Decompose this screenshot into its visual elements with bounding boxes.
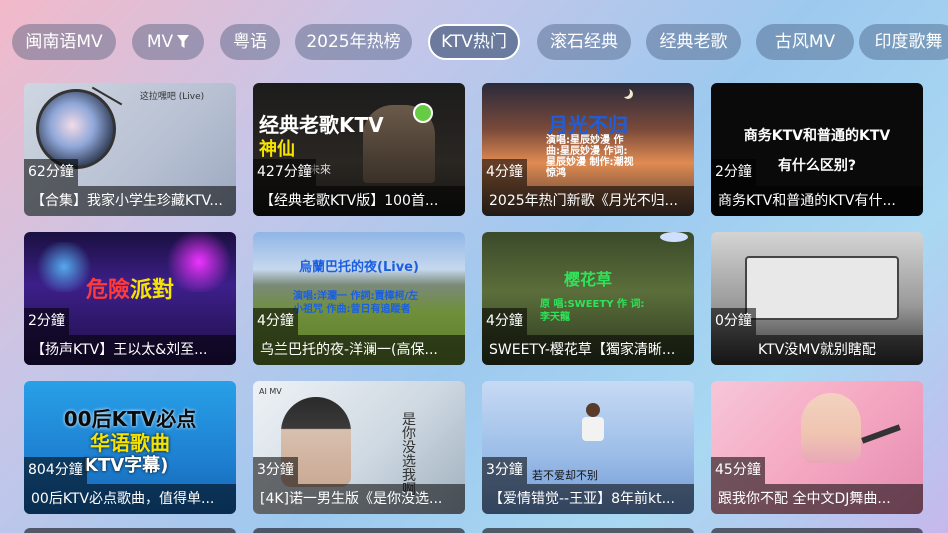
video-card-partial[interactable] xyxy=(24,528,236,533)
thumbnail-text: 商务KTV和普通的KTV xyxy=(743,128,891,144)
tab-rock-records-classics[interactable]: 滚石经典 xyxy=(537,24,631,60)
video-title: SWEETY-樱花草【獨家清晰... xyxy=(482,335,694,365)
video-title: 2025年热门新歌《月光不归... xyxy=(482,186,694,216)
tab-cantonese[interactable]: 粤语 xyxy=(220,24,280,60)
video-card[interactable]: 危險派對 2分鐘 【扬声KTV】王以太&刘至... xyxy=(24,232,236,365)
duration-badge: 2分鐘 xyxy=(24,308,69,335)
thumbnail-text: 危險派對 xyxy=(24,272,236,304)
thumbnail-text: 月光不归 xyxy=(548,113,628,137)
thumbnail-text: 演唱:洋瀾一 作詞:賈樟柯/左小祖咒 作曲:昔日有追蹤者 xyxy=(293,291,419,315)
video-card[interactable]: 00后KTV必点 华语歌曲 KTV字幕) 804分鐘 00后KTV必点歌曲，值得… xyxy=(24,381,236,514)
duration-badge: 3分鐘 xyxy=(253,457,298,484)
video-card[interactable]: 樱花草 原 唱:SWEETY 作 词:李天龍 4分鐘 SWEETY-樱花草【獨家… xyxy=(482,232,694,365)
thumbnail-text: 神仙 xyxy=(259,139,295,160)
video-card[interactable]: 0分鐘 KTV没MV就别瞎配 xyxy=(711,232,923,365)
video-title: 乌兰巴托的夜-洋澜一(高保... xyxy=(253,335,465,365)
duration-badge: 62分鐘 xyxy=(24,159,78,186)
tab-label: KTV热门 xyxy=(441,32,507,52)
tab-label: MV xyxy=(146,32,174,52)
duration-badge: 0分鐘 xyxy=(711,308,756,335)
thumbnail-text: 烏蘭巴托的夜(Live) xyxy=(299,260,419,275)
video-card[interactable]: 经典老歌KTV 神仙 未來 427分鐘 【经典老歌KTV版】100首... xyxy=(253,83,465,216)
video-card-partial[interactable] xyxy=(711,528,923,533)
tab-label: 古风MV xyxy=(774,32,836,52)
tab-label: 经典老歌 xyxy=(659,32,728,52)
thumbnail-text: KTV字幕) xyxy=(84,455,169,476)
category-tab-bar: 闽南语MV MV 粤语 2025年热榜 KTV热门 滚石经典 经典老歌 古风MV… xyxy=(12,24,948,60)
tab-ktv-hot[interactable]: KTV热门 xyxy=(428,24,520,60)
tab-label: 闽南语MV xyxy=(25,32,103,52)
video-card-partial[interactable] xyxy=(482,528,694,533)
video-title: 00后KTV必点歌曲，值得单... xyxy=(24,484,236,514)
thumbnail-text: 演唱:星辰妙漫 作曲:星辰妙漫 作词:星辰妙漫 制作:潮视惊鸿 xyxy=(546,135,634,179)
duration-badge: 2分鐘 xyxy=(711,159,756,186)
video-card-partial[interactable] xyxy=(253,528,465,533)
duration-badge: 3分鐘 xyxy=(482,457,527,484)
thumbnail-text: 樱花草 xyxy=(563,270,612,289)
duration-badge: 45分鐘 xyxy=(711,457,765,484)
video-card[interactable]: 商务KTV和普通的KTV 有什么区别? 2分鐘 商务KTV和普通的KTV有什..… xyxy=(711,83,923,216)
tab-classic-oldies[interactable]: 经典老歌 xyxy=(646,24,741,60)
video-card[interactable]: 这拉嘿吧 (Live) 62分鐘 【合集】我家小学生珍藏KTV... xyxy=(24,83,236,216)
thumbnail-text: AI MV xyxy=(259,387,282,396)
video-title: 商务KTV和普通的KTV有什... xyxy=(711,186,923,216)
video-card[interactable]: 45分鐘 跟我你不配 全中文DJ舞曲... xyxy=(711,381,923,514)
tab-minnan-mv[interactable]: 闽南语MV xyxy=(12,24,116,60)
tab-label: 滚石经典 xyxy=(550,32,618,52)
video-card[interactable]: 烏蘭巴托的夜(Live) 演唱:洋瀾一 作詞:賈樟柯/左小祖咒 作曲:昔日有追蹤… xyxy=(253,232,465,365)
video-title: 【合集】我家小学生珍藏KTV... xyxy=(24,186,236,216)
duration-badge: 4分鐘 xyxy=(253,308,298,335)
video-title: [4K]诺一男生版《是你没选... xyxy=(253,484,465,514)
thumbnail-text: 若不爱却不别 xyxy=(532,469,598,482)
thumbnail-text: 原 唱:SWEETY 作 词:李天龍 xyxy=(540,299,645,323)
video-title: 【爱情错觉--王亚】8年前kt... xyxy=(482,484,694,514)
duration-badge: 804分鐘 xyxy=(24,457,87,484)
tab-2025-hot[interactable]: 2025年热榜 xyxy=(295,24,412,60)
tab-indian-dance[interactable]: 印度歌舞 xyxy=(859,24,948,60)
filter-icon xyxy=(177,35,190,48)
tab-mv-filter[interactable]: MV xyxy=(132,24,204,60)
duration-badge: 427分鐘 xyxy=(253,159,316,186)
duration-badge: 4分鐘 xyxy=(482,159,527,186)
video-title: 【经典老歌KTV版】100首... xyxy=(253,186,465,216)
tab-label: 2025年热榜 xyxy=(306,32,401,52)
thumbnail-text-part: 危險 xyxy=(85,278,130,303)
thumbnail-text-part: 派對 xyxy=(130,278,175,303)
thumbnail-text: 这拉嘿吧 (Live) xyxy=(139,92,205,102)
video-card[interactable]: 月光不归 演唱:星辰妙漫 作曲:星辰妙漫 作词:星辰妙漫 制作:潮视惊鸿 4分鐘… xyxy=(482,83,694,216)
video-title: 跟我你不配 全中文DJ舞曲... xyxy=(711,484,923,514)
video-card[interactable]: AI MV 是你没选我啊 3分鐘 [4K]诺一男生版《是你没选... xyxy=(253,381,465,514)
duration-badge: 4分鐘 xyxy=(482,308,527,335)
video-title: KTV没MV就别瞎配 xyxy=(711,335,923,365)
tab-label: 印度歌舞 xyxy=(874,32,943,52)
tab-label: 粤语 xyxy=(233,32,267,52)
video-title: 【扬声KTV】王以太&刘至... xyxy=(24,335,236,365)
video-card[interactable]: 若不爱却不别 3分鐘 【爱情错觉--王亚】8年前kt... xyxy=(482,381,694,514)
thumbnail-text: 经典老歌KTV xyxy=(259,113,384,137)
tab-ancient-style-mv[interactable]: 古风MV xyxy=(756,24,854,60)
